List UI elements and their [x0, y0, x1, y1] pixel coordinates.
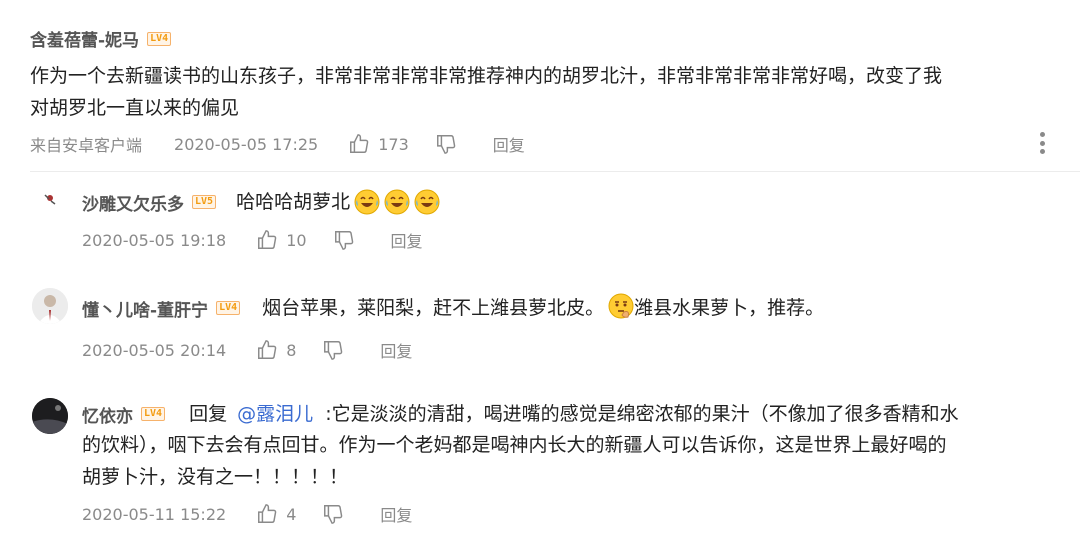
thumbs-up-icon [256, 229, 278, 251]
reply-button[interactable]: 回复 [493, 132, 525, 156]
timestamp: 2020-05-05 20:14 [82, 340, 227, 360]
reply-meta: 2020-05-05 20:14 8 回复 [82, 338, 412, 362]
reply-item: 忆依亦 LV4 回复 @露泪儿 :它是淡淡的清甜，喝进嘴的感觉是绵密浓郁的果汁（… [0, 382, 1080, 544]
level-badge: LV4 [141, 407, 166, 421]
like-button[interactable]: 173 [348, 133, 409, 155]
reply-button[interactable]: 回复 [380, 502, 412, 526]
comment-text: 作为一个去新疆读书的山东孩子，非常非常非常非常推荐神内的胡罗北汁，非常非常非常非… [30, 60, 1060, 124]
level-badge: LV5 [192, 195, 217, 209]
reply-text: 烟台苹果，莱阳梨，赶不上潍县萝北皮。 潍县水果萝卜，推荐。 [262, 292, 824, 324]
reply-text: 哈哈哈胡萝北 [236, 191, 351, 213]
like-count: 10 [286, 230, 307, 250]
avatar[interactable] [32, 180, 68, 216]
avatar[interactable] [32, 398, 68, 434]
reply-header: 沙雕又欠乐多 LV5 哈哈哈胡萝北 [82, 186, 440, 218]
thumbs-down-icon[interactable] [333, 229, 355, 251]
source-label: 来自安卓客户端 [30, 136, 143, 155]
level-badge: LV4 [147, 31, 172, 46]
mention-link[interactable]: @露泪儿 [237, 403, 313, 425]
username[interactable]: 懂丶儿啥-董肝宁 [82, 296, 208, 321]
timestamp: 2020-05-05 17:25 [174, 134, 319, 154]
more-options-icon[interactable] [1040, 132, 1046, 154]
thumbs-up-icon [256, 339, 278, 361]
reply-text-part: 潍县水果萝卜，推荐。 [634, 297, 825, 319]
reply-item: 沙雕又欠乐多 LV5 哈哈哈胡萝北 2020-05-05 19:18 10 回复 [0, 172, 1080, 282]
username[interactable]: 忆依亦 [82, 402, 133, 427]
reply-header: 懂丶儿啥-董肝宁 LV4 烟台苹果，莱阳梨，赶不上潍县萝北皮。 潍县水果萝卜，推荐… [82, 292, 824, 324]
username[interactable]: 含羞蓓蕾-妮马 [30, 26, 139, 51]
avatar[interactable] [32, 288, 68, 324]
thumbs-up-icon [256, 503, 278, 525]
thinking-face-emoji-icon [608, 293, 634, 319]
reply-text-line: 胡萝卜汁，没有之一！！！！！ [82, 466, 349, 488]
like-button[interactable]: 10 [256, 229, 307, 251]
like-count: 173 [378, 134, 409, 154]
reply-text-part: :它是淡淡的清甜，喝进嘴的感觉是绵密浓郁的果汁（不像加了很多香精和水 [325, 403, 959, 425]
timestamp: 2020-05-05 19:18 [82, 230, 227, 250]
reply-meta: 2020-05-11 15:22 4 回复 [82, 502, 412, 526]
like-button[interactable]: 4 [256, 503, 296, 525]
thumbs-down-icon[interactable] [322, 339, 344, 361]
reply-header: 忆依亦 LV4 回复 @露泪儿 :它是淡淡的清甜，喝进嘴的感觉是绵密浓郁的果汁（… [82, 398, 959, 430]
like-button[interactable]: 8 [256, 339, 296, 361]
reply-item: 懂丶儿啥-董肝宁 LV4 烟台苹果，莱阳梨，赶不上潍县萝北皮。 潍县水果萝卜，推荐… [0, 282, 1080, 382]
comment-text-line: 作为一个去新疆读书的山东孩子，非常非常非常非常推荐神内的胡罗北汁，非常非常非常非… [30, 65, 943, 87]
reply-text-part: 烟台苹果，莱阳梨，赶不上潍县萝北皮。 [262, 297, 605, 319]
timestamp: 2020-05-11 15:22 [82, 504, 227, 524]
reply-prefix: 回复 [189, 403, 228, 425]
thumbs-up-icon [348, 133, 370, 155]
reply-button[interactable]: 回复 [391, 228, 423, 252]
reply-button[interactable]: 回复 [380, 338, 412, 362]
comment-meta: 来自安卓客户端 2020-05-05 17:25 173 回复 [30, 132, 525, 156]
laughing-tears-emoji-icon [384, 189, 410, 215]
thumbs-down-icon[interactable] [322, 503, 344, 525]
username[interactable]: 沙雕又欠乐多 [82, 190, 184, 215]
reply-text-line: 回复 @露泪儿 :它是淡淡的清甜，喝进嘴的感觉是绵密浓郁的果汁（不像加了很多香精… [189, 398, 959, 430]
like-count: 8 [286, 340, 297, 360]
laughing-tears-emoji-icon [354, 189, 380, 215]
like-count: 4 [286, 504, 297, 524]
comment-text-line: 对胡罗北一直以来的偏见 [30, 97, 240, 119]
reply-text-line: 的饮料），咽下去会有点回甘。作为一个老妈都是喝神内长大的新疆人可以告诉你，这是世… [82, 434, 947, 456]
laughing-tears-emoji-icon [414, 189, 440, 215]
level-badge: LV4 [216, 301, 241, 315]
main-comment: 含羞蓓蕾-妮马 LV4 作为一个去新疆读书的山东孩子，非常非常非常非常推荐神内的… [30, 0, 1080, 172]
reply-meta: 2020-05-05 19:18 10 回复 [82, 228, 423, 252]
reply-text: 的饮料），咽下去会有点回甘。作为一个老妈都是喝神内长大的新疆人可以告诉你，这是世… [82, 429, 1062, 493]
thumbs-down-icon[interactable] [435, 133, 457, 155]
comment-header: 含羞蓓蕾-妮马 LV4 [30, 26, 172, 51]
